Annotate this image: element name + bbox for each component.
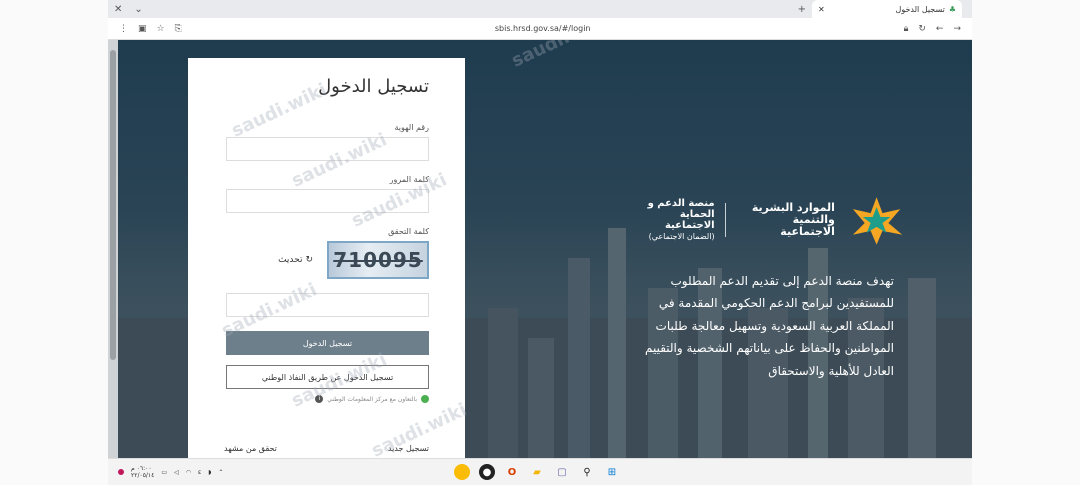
system-tray: ٠٦:٠٠ م ٢٢/٠٥/١٤ ▭ ◁ ◠ ε ◗ ⌃ <box>108 465 223 479</box>
refresh-label: تحديث <box>278 255 303 265</box>
ministry-name: الموارد البشرية والتنمية الاجتماعية <box>736 202 835 238</box>
watermark: saudi.wiki <box>508 40 611 72</box>
refresh-icon: ↻ <box>305 255 313 265</box>
captcha-row: 710095 ↻ تحديث <box>224 241 429 279</box>
chat-icon[interactable]: ▢ <box>554 464 570 480</box>
login-card: تسجيل الدخول رقم الهوية كلمة المرور كلمة… <box>188 58 465 458</box>
volume-icon[interactable]: ◁ <box>174 469 179 476</box>
captcha-label: كلمة التحقق <box>388 227 429 236</box>
battery-icon[interactable]: ▭ <box>161 469 167 476</box>
nic-note: بالتعاون مع مركز المعلومات الوطني <box>327 395 417 403</box>
chevron-up-icon[interactable]: ⌃ <box>218 469 223 476</box>
taskbar: ٠٦:٠٠ م ٢٢/٠٥/١٤ ▭ ◁ ◠ ε ◗ ⌃ ● O ▰ ▢ ⚲ ⊞ <box>108 458 972 485</box>
screenshot-root: ♣ تسجيل الدخول ✕ + ⌄ ✕ ⋮ ▣ ☆ ⎘ sbis.hrsd… <box>0 0 1080 485</box>
platform-name: منصة الدعم و الحماية الاجتماعية (الضمان … <box>628 198 715 242</box>
id-label: رقم الهوية <box>394 123 429 132</box>
tab-title: تسجيل الدخول <box>895 4 945 14</box>
chrome-icon[interactable] <box>454 464 470 480</box>
nafath-login-button[interactable]: تسجيل الدخول عن طريق النفاذ الوطني <box>226 365 429 389</box>
wifi-icon[interactable]: ◠ <box>186 469 191 476</box>
nic-logo-icon <box>421 395 429 403</box>
search-icon[interactable]: ⚲ <box>579 464 595 480</box>
url-text[interactable]: sbis.hrsd.gov.sa/#/login <box>495 24 591 33</box>
window-close-icon[interactable]: ✕ <box>108 4 128 15</box>
platform-line-1: منصة الدعم و <box>647 198 715 209</box>
tab-bar: ♣ تسجيل الدخول ✕ + ⌄ ✕ <box>108 0 972 18</box>
new-tab-icon[interactable]: + <box>792 4 812 15</box>
notification-dot-icon[interactable] <box>118 469 124 475</box>
clock[interactable]: ٠٦:٠٠ م ٢٢/٠٥/١٤ <box>131 465 154 479</box>
captcha-image: 710095 <box>327 241 429 279</box>
sidebar-icon[interactable]: ▣ <box>133 24 152 34</box>
menu-icon[interactable]: ⋮ <box>114 24 133 34</box>
captcha-refresh-button[interactable]: ↻ تحديث <box>278 255 313 265</box>
left-margin <box>0 0 108 485</box>
bookmark-star-icon[interactable]: ☆ <box>152 24 170 34</box>
bottom-links: تسجيل جديد تحقق من مشهد <box>224 444 429 453</box>
password-input[interactable] <box>226 189 429 213</box>
ministry-logo-icon <box>852 197 903 245</box>
browser-window: ♣ تسجيل الدخول ✕ + ⌄ ✕ ⋮ ▣ ☆ ⎘ sbis.hrsd… <box>108 0 972 485</box>
right-margin <box>972 0 1080 485</box>
file-explorer-icon[interactable]: ▰ <box>529 464 545 480</box>
microphone-icon[interactable]: ◗ <box>208 469 211 476</box>
site-favicon-icon: ♣ <box>948 4 956 14</box>
platform-line-3: (الضمان الاجتماعي) <box>648 232 715 241</box>
captcha-input[interactable] <box>226 293 429 317</box>
scrollbar-thumb[interactable] <box>110 50 116 360</box>
close-tab-icon[interactable]: ✕ <box>818 5 825 14</box>
clock-date: ٢٢/٠٥/١٤ <box>131 472 155 479</box>
clock-time: ٠٦:٠٠ م <box>131 465 152 472</box>
forward-icon[interactable]: → <box>948 24 966 34</box>
page-content: تسجيل الدخول رقم الهوية كلمة المرور كلمة… <box>108 40 972 458</box>
verify-link[interactable]: تحقق من مشهد <box>224 444 277 453</box>
register-link[interactable]: تسجيل جديد <box>388 444 429 453</box>
ministry-line-2: والتنمية الاجتماعية <box>780 213 835 238</box>
info-icon[interactable]: i <box>315 395 324 403</box>
address-bar: ⋮ ▣ ☆ ⎘ sbis.hrsd.gov.sa/#/login 🔒︎ ↻ ← … <box>108 18 972 40</box>
login-title: تسجيل الدخول <box>318 76 429 97</box>
back-icon[interactable]: ← <box>931 24 949 34</box>
platform-description: تهدف منصة الدعم إلى تقديم الدعم المطلوب … <box>644 274 894 378</box>
nic-note-row: بالتعاون مع مركز المعلومات الوطني i <box>224 395 429 403</box>
branding: الموارد البشرية والتنمية الاجتماعية منصة… <box>628 195 908 245</box>
platform-line-2: الحماية الاجتماعية <box>664 209 715 231</box>
captcha-text: 710095 <box>333 248 423 272</box>
browser-tab[interactable]: ♣ تسجيل الدخول ✕ <box>812 0 962 18</box>
lock-icon: 🔒︎ <box>903 23 909 34</box>
password-label: كلمة المرور <box>389 175 429 184</box>
tab-list-icon[interactable]: ⌄ <box>128 4 148 15</box>
translate-icon[interactable]: ⎘ <box>170 24 187 34</box>
page-scrollbar[interactable] <box>108 40 118 458</box>
login-button[interactable]: تسجيل الدخول <box>226 331 429 355</box>
id-input[interactable] <box>226 137 429 161</box>
branding-divider <box>724 203 726 237</box>
windows-start-icon[interactable]: ⊞ <box>604 464 620 480</box>
taskbar-apps: ● O ▰ ▢ ⚲ ⊞ <box>454 464 620 480</box>
reload-icon[interactable]: ↻ <box>913 24 931 34</box>
keyboard-icon[interactable]: ε <box>198 469 201 476</box>
app-icon[interactable]: ● <box>479 464 495 480</box>
office-icon[interactable]: O <box>504 464 520 480</box>
